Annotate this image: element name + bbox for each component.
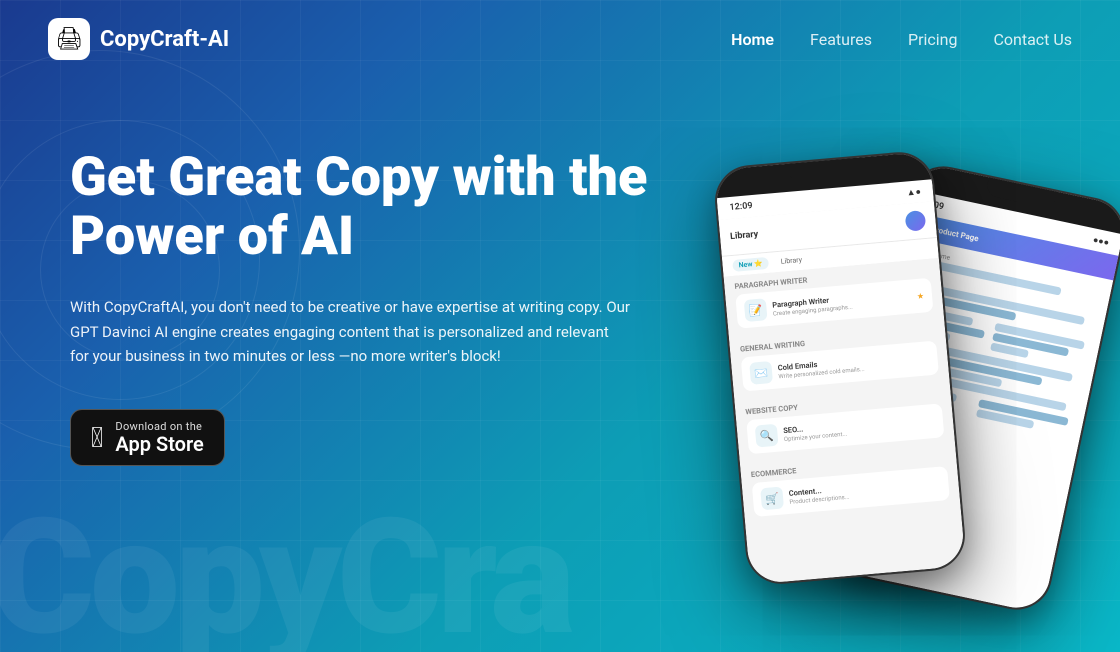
navbar: 🖨 CopyCraft-AI Home Features Pricing Con… [0,0,1120,78]
nav-features[interactable]: Features [810,30,872,49]
phone-front-icons: ▲● [906,186,921,198]
app-store-large-label: App Store [115,433,203,455]
phone-front: 12:09 ▲● Library New ⭐ Library [712,149,968,587]
screen-avatar [905,210,927,232]
nav-links: Home Features Pricing Contact Us [731,30,1072,49]
logo-icon: 🖨 [48,18,90,60]
card-text-4: Content... Product descriptions... [788,475,941,505]
screen-tab-library[interactable]: Library [774,253,808,268]
notch-back [985,177,1057,209]
star-badge-1: ★ [916,291,924,301]
screen-tab-new[interactable]: New ⭐ [732,257,769,272]
nav-contact[interactable]: Contact Us [993,30,1072,49]
card-icon-4: 🛒 [760,486,784,510]
card-text-3: SEO... Optimize your content... [783,412,936,442]
hero-phones: 12:09 ●●● SEO Product Page Product Name … [710,98,1090,648]
card-text-1: Paragraph Writer Create engaging paragra… [772,288,912,317]
hero-content: Get Great Copy with the Power of AI With… [70,138,690,466]
hero-title: Get Great Copy with the Power of AI [70,148,690,267]
logo-area: 🖨 CopyCraft-AI [48,18,229,60]
phone-front-screen: 12:09 ▲● Library New ⭐ Library [714,151,965,584]
card-icon-2: ✉️ [749,361,773,385]
hero-subtitle: With CopyCraftAI, you don't need to be c… [70,295,630,369]
page-wrapper: CopyCra 🖨 CopyCraft-AI Home Features Pri… [0,0,1120,652]
notch-front [787,158,858,182]
hero-section: Get Great Copy with the Power of AI With… [0,78,1120,650]
phone-content: Paragraph Writer 📝 Paragraph Writer Crea… [724,258,966,585]
nav-pricing[interactable]: Pricing [908,30,958,49]
phone-front-time: 12:09 [729,201,753,213]
logo-text: CopyCraft-AI [100,27,229,52]
card-icon-3: 🔍 [755,424,779,448]
logo-emoji: 🖨 [55,27,83,52]
card-text-2: Cold Emails Write personalized cold emai… [777,350,930,380]
card-icon-1: 📝 [744,298,768,322]
nav-home[interactable]: Home [731,30,774,49]
app-store-text: Download on the App Store [115,420,203,455]
screen-library-title: Library [730,230,759,242]
apple-icon:  [91,424,103,452]
app-store-button[interactable]:  Download on the App Store [70,409,225,466]
phone-back-icons: ●●● [1092,234,1110,248]
